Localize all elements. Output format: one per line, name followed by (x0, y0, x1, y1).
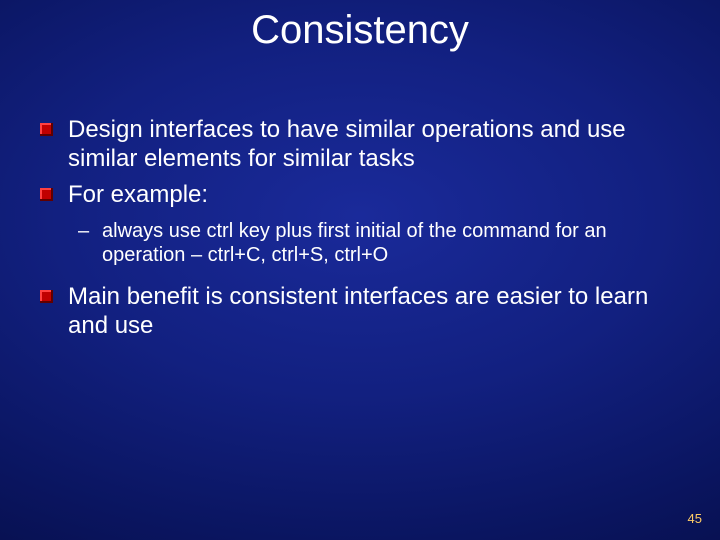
bullet-text: Main benefit is consistent interfaces ar… (68, 283, 648, 339)
square-bullet-icon (40, 290, 53, 303)
bullet-text: For example: (68, 181, 208, 208)
page-number: 45 (688, 511, 702, 526)
bullet-item: For example: (38, 180, 682, 209)
bullet-item: Main benefit is consistent interfaces ar… (38, 282, 682, 341)
slide: Consistency Design interfaces to have si… (0, 0, 720, 540)
bullet-text: Design interfaces to have similar operat… (68, 116, 626, 172)
slide-body: Design interfaces to have similar operat… (38, 115, 682, 346)
slide-title: Consistency (0, 8, 720, 53)
square-bullet-icon (40, 123, 53, 136)
square-bullet-icon (40, 188, 53, 201)
dash-bullet-icon: – (78, 219, 89, 243)
bullet-item: Design interfaces to have similar operat… (38, 115, 682, 174)
sub-bullet-text: always use ctrl key plus first initial o… (102, 220, 607, 266)
sub-bullet-item: – always use ctrl key plus first initial… (38, 219, 682, 268)
